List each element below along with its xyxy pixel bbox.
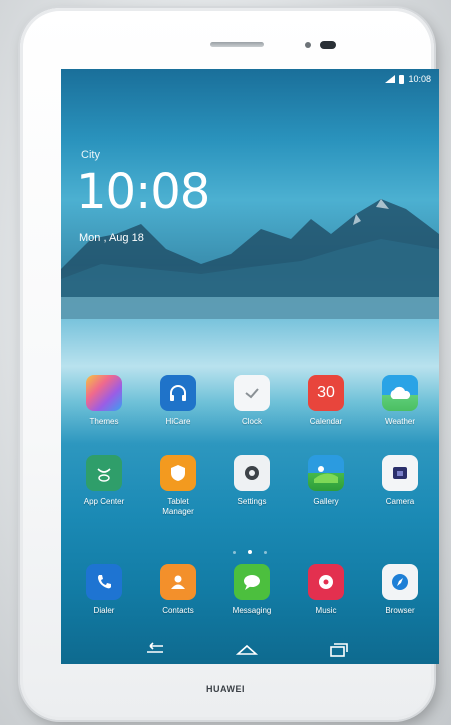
home-screen: 10:08 City 10:08 Mon , Aug 18 Themes HiC… [61, 69, 439, 664]
clock-widget-date: Mon , Aug 18 [79, 232, 144, 244]
app-app-center[interactable]: App Center [73, 455, 135, 507]
app-label: Music [315, 606, 337, 615]
app-label: Weather [384, 417, 416, 426]
app-calendar[interactable]: 30 Calendar [295, 375, 357, 427]
app-label: Calendar [309, 417, 343, 426]
page-dot [232, 551, 236, 554]
speaker-grille [210, 42, 264, 47]
app-label: Tablet Manager [162, 497, 194, 516]
clock-icon [234, 375, 270, 411]
page-dot-active [248, 550, 252, 554]
app-weather[interactable]: Weather [369, 375, 431, 427]
calendar-date: 30 [317, 384, 335, 401]
phone-icon [86, 564, 122, 600]
app-label: HiCare [165, 417, 191, 426]
navigation-bar [61, 634, 439, 664]
app-label: Clock [241, 417, 262, 426]
battery-icon [399, 74, 405, 84]
status-time: 10:08 [408, 74, 431, 84]
page-indicator[interactable] [61, 541, 439, 559]
themes-icon [86, 375, 122, 411]
app-label: Settings [237, 497, 267, 506]
shopping-bag-icon [86, 455, 122, 491]
calendar-icon: 30 [308, 375, 344, 411]
app-gallery[interactable]: Gallery [295, 455, 357, 507]
back-icon[interactable] [143, 640, 167, 660]
camera-icon [382, 455, 418, 491]
dock-messaging[interactable]: Messaging [221, 564, 283, 616]
cloud-icon [382, 375, 418, 411]
app-tablet-manager[interactable]: Tablet Manager [147, 455, 209, 517]
app-themes[interactable]: Themes [73, 375, 135, 427]
clock-widget-time[interactable]: 10:08 [76, 162, 210, 222]
contact-icon [160, 564, 196, 600]
dock-dialer[interactable]: Dialer [73, 564, 135, 616]
light-sensor [305, 42, 311, 48]
app-label: Gallery [313, 497, 339, 506]
front-camera [320, 41, 336, 49]
app-label: Camera [385, 497, 415, 506]
headset-icon [160, 375, 196, 411]
app-camera[interactable]: Camera [369, 455, 431, 507]
dock-contacts[interactable]: Contacts [147, 564, 209, 616]
app-hicare[interactable]: HiCare [147, 375, 209, 427]
music-disc-icon [308, 564, 344, 600]
app-label: Dialer [93, 606, 115, 615]
app-label: Themes [89, 417, 119, 426]
app-label: Browser [385, 606, 415, 615]
app-label: Messaging [232, 606, 272, 615]
app-settings[interactable]: Settings [221, 455, 283, 507]
status-bar: 10:08 [385, 72, 431, 86]
recent-apps-icon[interactable] [326, 640, 350, 660]
compass-icon [382, 564, 418, 600]
dock-browser[interactable]: Browser [369, 564, 431, 616]
home-icon[interactable] [235, 640, 259, 660]
shield-icon [160, 455, 196, 491]
app-label: Contacts [162, 606, 194, 615]
brand-logo: HUAWEI [206, 684, 245, 694]
signal-icon [385, 75, 396, 83]
app-label: App Center [83, 497, 125, 506]
app-clock[interactable]: Clock [221, 375, 283, 427]
weather-city: City [81, 149, 100, 161]
dock-music[interactable]: Music [295, 564, 357, 616]
page-dot [264, 551, 268, 554]
message-bubble-icon [234, 564, 270, 600]
gear-icon [234, 455, 270, 491]
landscape-icon [308, 455, 344, 491]
